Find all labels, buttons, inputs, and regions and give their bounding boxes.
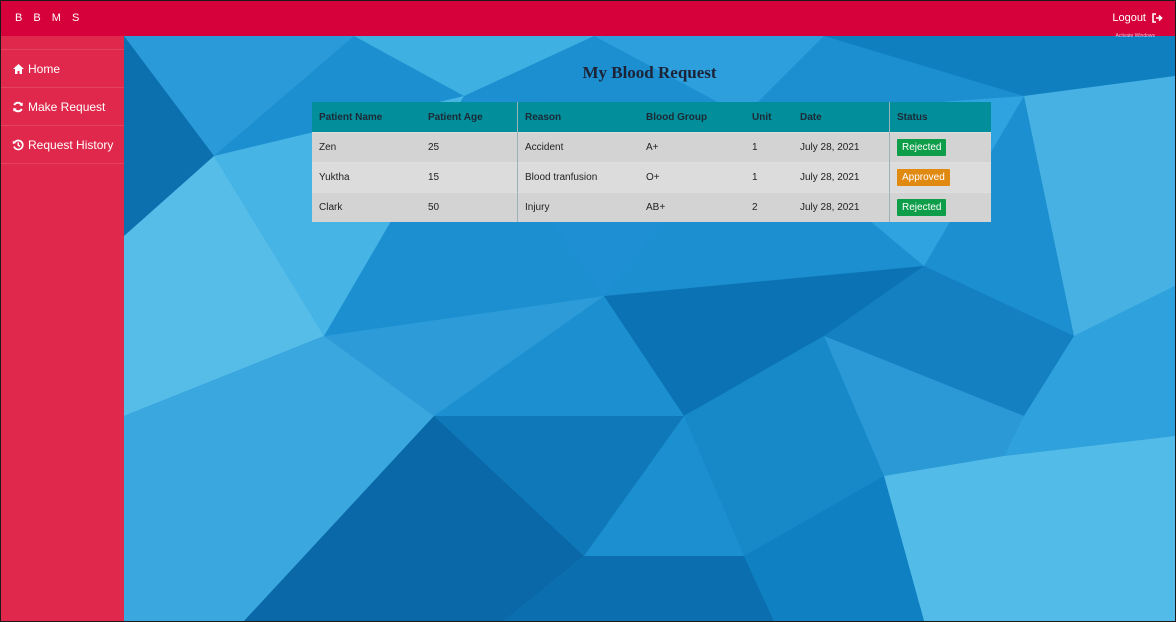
status-badge: Rejected: [897, 199, 947, 216]
cell-unit: 1: [745, 162, 793, 193]
sidebar-item-label: Make Request: [28, 99, 106, 114]
app-window: B B M S Logout Home Make Request Request…: [0, 0, 1176, 622]
column-header: Reason: [517, 102, 639, 133]
cell-unit: 1: [745, 132, 793, 163]
cell-unit: 2: [745, 192, 793, 222]
top-navbar: B B M S Logout: [1, 1, 1175, 36]
cell-patient-name: Zen: [312, 132, 421, 163]
column-header: Status: [889, 102, 991, 133]
cell-patient-age: 50: [421, 192, 518, 222]
cell-blood-group: A+: [639, 132, 745, 163]
cell-status: Approved: [889, 162, 991, 193]
refresh-icon: [11, 100, 25, 114]
status-badge: Rejected: [897, 139, 947, 156]
cell-date: July 28, 2021: [793, 132, 890, 163]
cell-reason: Injury: [517, 192, 639, 222]
cell-status: Rejected: [889, 192, 991, 222]
cell-patient-name: Yuktha: [312, 162, 421, 193]
column-header: Blood Group: [639, 102, 745, 133]
cell-date: July 28, 2021: [793, 192, 890, 222]
cell-patient-age: 15: [421, 162, 518, 193]
sidebar-item-make-request[interactable]: Make Request: [1, 88, 124, 126]
logout-button[interactable]: Logout: [1112, 12, 1163, 24]
watermark-text: Activate Windows: [1115, 33, 1155, 39]
cell-reason: Accident: [517, 132, 639, 163]
table-row: Zen 25 Accident A+ 1 July 28, 2021 Rejec…: [312, 132, 991, 163]
history-icon: [11, 138, 25, 152]
sidebar-item-label: Request History: [28, 137, 114, 152]
logout-label: Logout: [1112, 12, 1146, 24]
main-content: My Blood Request Patient Name Patient Ag…: [124, 36, 1175, 621]
column-header: Unit: [745, 102, 793, 133]
table-row: Yuktha 15 Blood tranfusion O+ 1 July 28,…: [312, 162, 991, 193]
table-header-row: Patient Name Patient Age Reason Blood Gr…: [312, 102, 991, 133]
home-icon: [11, 62, 25, 76]
column-header: Patient Age: [421, 102, 518, 133]
cell-patient-name: Clark: [312, 192, 421, 222]
sidebar-item-request-history[interactable]: Request History: [1, 126, 124, 164]
requests-table: Patient Name Patient Age Reason Blood Gr…: [312, 102, 991, 222]
sidebar: Home Make Request Request History: [1, 36, 124, 621]
cell-date: July 28, 2021: [793, 162, 890, 193]
cell-reason: Blood tranfusion: [517, 162, 639, 193]
table-row: Clark 50 Injury AB+ 2 July 28, 2021 Reje…: [312, 192, 991, 222]
status-badge: Approved: [897, 169, 950, 186]
cell-status: Rejected: [889, 132, 991, 163]
page-title: My Blood Request: [582, 63, 717, 82]
cell-blood-group: O+: [639, 162, 745, 193]
cell-blood-group: AB+: [639, 192, 745, 222]
sidebar-item-label: Home: [28, 61, 61, 76]
column-header: Date: [793, 102, 890, 133]
cell-patient-age: 25: [421, 132, 518, 163]
sign-out-icon: [1152, 13, 1163, 23]
sidebar-item-home[interactable]: Home: [1, 49, 124, 88]
brand-logo[interactable]: B B M S: [15, 12, 83, 24]
column-header: Patient Name: [312, 102, 421, 133]
